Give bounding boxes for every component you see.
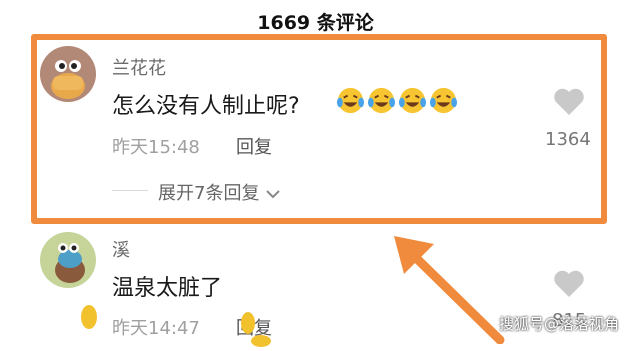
- watermark: 搜狐号@落落视角: [498, 315, 619, 333]
- comment-count-title: 1669 条评论: [257, 12, 374, 34]
- expand-divider: [112, 190, 148, 191]
- chevron-down-icon: [265, 184, 281, 205]
- laughing-tears-emoji: [336, 87, 365, 114]
- laughing-tears-emoji: [429, 87, 458, 114]
- comment-author[interactable]: 兰花花: [112, 54, 166, 80]
- like-count: 1364: [545, 129, 591, 150]
- avatar[interactable]: [40, 232, 96, 288]
- like-heart-icon[interactable]: [553, 270, 585, 302]
- coin-decoration: [78, 303, 100, 335]
- reply-button[interactable]: 回复: [236, 133, 272, 159]
- laughing-tears-emoji: [367, 87, 396, 114]
- comment-text: 温泉太脏了: [112, 276, 223, 301]
- comment-author[interactable]: 溪: [112, 236, 130, 262]
- laughing-tears-emoji: [398, 87, 427, 114]
- comment-timestamp: 昨天15:48: [112, 137, 200, 158]
- like-heart-icon[interactable]: [553, 88, 585, 120]
- comment-timestamp: 昨天14:47: [112, 318, 200, 339]
- emoji-row: [336, 86, 458, 115]
- pointer-arrow: [390, 232, 510, 348]
- comment-text: 怎么没有人制止呢?: [112, 94, 300, 119]
- coin-decoration: [250, 332, 272, 351]
- avatar[interactable]: [40, 46, 96, 102]
- expand-replies-label: 展开7条回复: [158, 183, 260, 204]
- expand-replies-button[interactable]: 展开7条回复: [158, 179, 281, 205]
